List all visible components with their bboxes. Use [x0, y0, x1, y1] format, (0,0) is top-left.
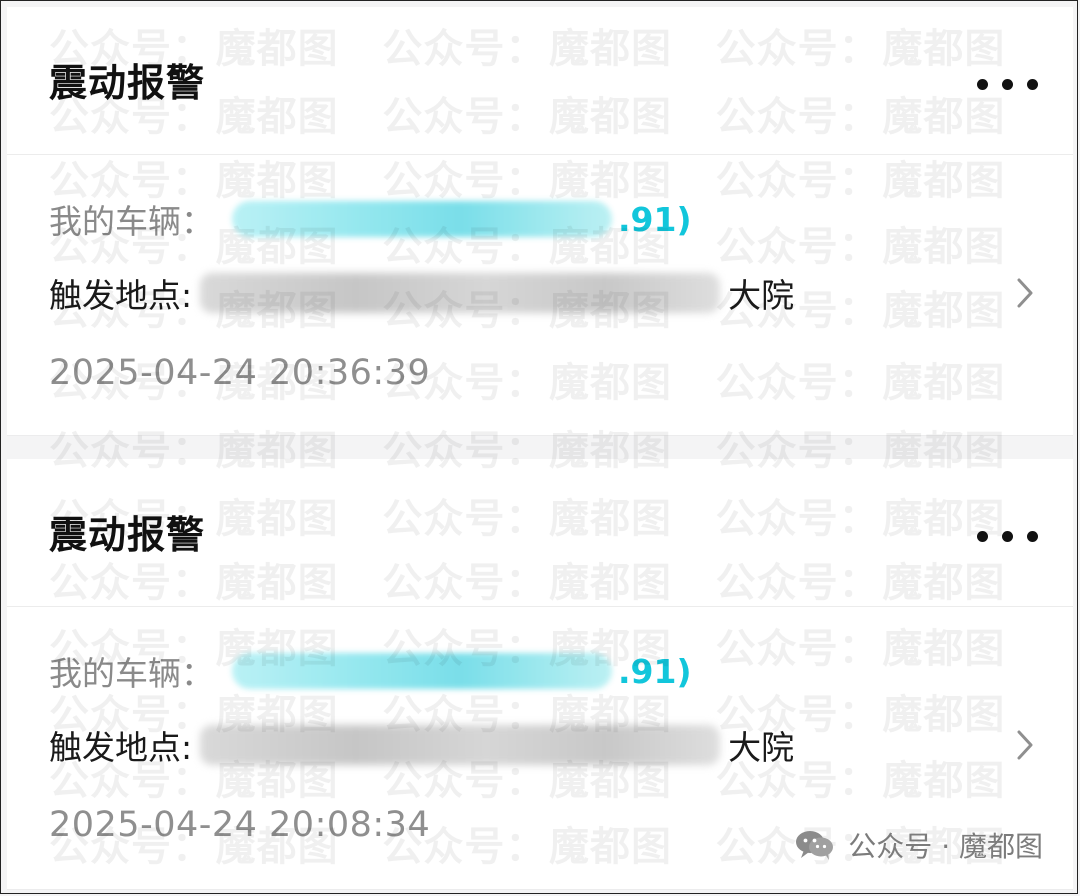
location-detail-button[interactable] [1011, 727, 1039, 763]
more-dot [1002, 79, 1013, 90]
location-address-redaction [200, 273, 721, 313]
alert-timestamp: 2025-04-24 20:36:39 [49, 353, 431, 393]
vehicle-plate-redaction [232, 653, 612, 689]
vehicle-plate-redaction [232, 201, 612, 237]
vehicle-row: 我的车辆： .91) [49, 645, 1049, 697]
more-dot [977, 531, 988, 542]
location-address-suffix: 大院 [728, 276, 795, 315]
alert-timestamp: 2025-04-24 20:08:34 [49, 805, 431, 845]
vehicle-plate-suffix: .91) [618, 651, 692, 691]
more-options-button[interactable] [977, 515, 1039, 555]
alerts-screen: 震动报警 我的车辆： .91) 触发地点: 大院 2025-04-24 20:3… [0, 0, 1078, 894]
more-dot [1002, 531, 1013, 542]
alert-title: 震动报警 [49, 513, 206, 557]
alert-card-header: 震动报警 [7, 7, 1073, 155]
source-watermark: 公众号 · 魔都图 [794, 825, 1043, 865]
chevron-right-icon [1017, 730, 1033, 760]
source-watermark-text: 公众号 · 魔都图 [848, 830, 1043, 863]
alert-card[interactable]: 震动报警 我的车辆： .91) 触发地点: 大院 [7, 7, 1073, 435]
more-horizontal-icon [977, 79, 1039, 90]
location-address-redaction [200, 725, 721, 765]
vehicle-plate-suffix: .91) [618, 199, 692, 239]
more-dot [977, 79, 988, 90]
more-dot [1027, 79, 1038, 90]
more-options-button[interactable] [977, 63, 1039, 103]
more-horizontal-icon [977, 531, 1039, 542]
location-row[interactable]: 触发地点: 大院 [49, 719, 1049, 771]
location-label: 触发地点: [49, 728, 193, 767]
location-label: 触发地点: [49, 276, 193, 315]
location-row[interactable]: 触发地点: 大院 [49, 267, 1049, 319]
location-detail-button[interactable] [1011, 275, 1039, 311]
vehicle-label: 我的车辆： [49, 202, 214, 241]
chevron-right-icon [1017, 278, 1033, 308]
location-address-suffix: 大院 [728, 728, 795, 767]
more-dot [1027, 531, 1038, 542]
timestamp-row: 2025-04-24 20:36:39 [49, 347, 1049, 399]
alert-title: 震动报警 [49, 61, 206, 105]
vehicle-row: 我的车辆： .91) [49, 193, 1049, 245]
wechat-icon [794, 828, 836, 862]
vehicle-label: 我的车辆： [49, 654, 214, 693]
alert-card-header: 震动报警 [7, 459, 1073, 607]
